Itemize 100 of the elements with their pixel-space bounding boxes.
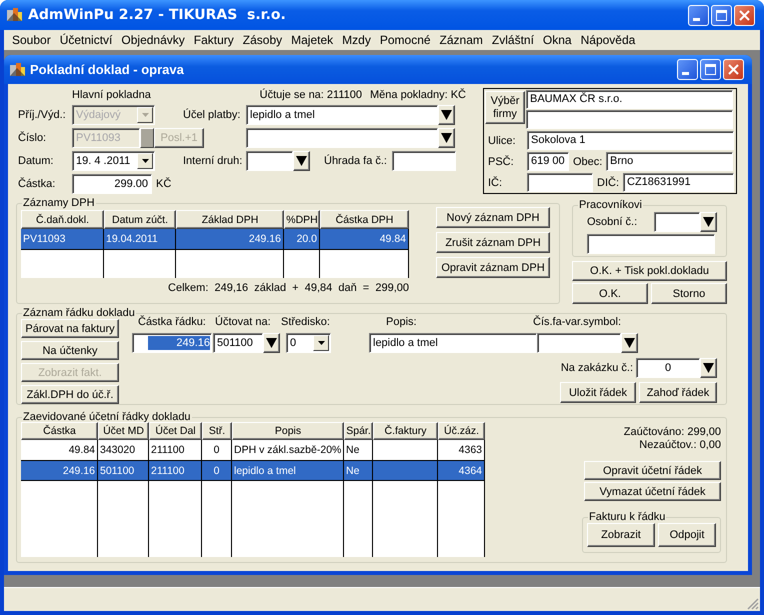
push-button[interactable]: Zahoď řádek — [639, 382, 717, 403]
column-header[interactable]: Spár. — [344, 422, 373, 440]
table-cell: 19.04.2011 — [104, 229, 176, 249]
field-label: Částka řádku: — [138, 316, 206, 330]
push-button[interactable]: O.K. — [572, 283, 648, 304]
amount-field[interactable]: 299.00 — [72, 174, 152, 194]
maximize-button[interactable] — [711, 4, 732, 26]
caret-icon — [441, 133, 452, 143]
column-header[interactable]: Účet Dal — [149, 422, 202, 440]
date-field[interactable]: 19. 4 .2011 — [72, 151, 155, 171]
menu-item[interactable]: Pomocné — [374, 33, 435, 47]
push-button[interactable]: Odpojit — [658, 523, 716, 547]
purpose-field[interactable]: lepidlo a tmel — [246, 105, 438, 125]
company-name-field[interactable]: BAUMAX ČR s.r.o. — [526, 90, 733, 109]
push-button[interactable]: O.K. + Tisk pokl.dokladu — [572, 261, 727, 281]
menu-item[interactable]: Účetnictví — [54, 33, 116, 47]
column-header[interactable]: Základ DPH — [176, 210, 284, 229]
street-field[interactable]: Sokolova 1 — [527, 131, 734, 150]
unposted-total: Nezaúčtov.: 0,00 — [639, 439, 721, 451]
dropdown-button[interactable] — [621, 333, 638, 353]
table-cell: Ne — [344, 461, 373, 480]
menu-item[interactable]: Nápověda — [576, 33, 640, 47]
invoice-symbol-field[interactable] — [537, 333, 621, 353]
field-label: Osobní č.: — [587, 216, 638, 228]
close-button[interactable] — [734, 4, 755, 26]
personal-number-field[interactable] — [654, 212, 700, 232]
column-header[interactable]: Úč.záz. — [438, 422, 485, 440]
column-header[interactable]: Č.faktury — [373, 422, 438, 440]
column-header[interactable]: %DPH — [284, 210, 320, 229]
dropdown-button[interactable] — [438, 105, 455, 125]
field-label: Číslo: — [18, 132, 46, 144]
zip-field[interactable]: 619 00 — [527, 152, 569, 171]
field-label: Interní druh: — [183, 155, 242, 167]
currency-info: Měna pokladny: KČ — [370, 89, 466, 101]
push-button[interactable]: Párovat na faktury — [21, 319, 119, 338]
table-cell: 49.84 — [320, 229, 409, 249]
order-number-field[interactable]: 0 — [636, 358, 700, 378]
menu-item[interactable]: Zásoby — [238, 33, 286, 47]
menu-item[interactable]: Zvláštní — [486, 33, 538, 47]
dropdown-button[interactable] — [293, 151, 310, 171]
field-label: Datum: — [18, 155, 54, 167]
menu-item[interactable]: Objednávky — [116, 33, 189, 47]
minimize-button[interactable] — [688, 4, 709, 26]
push-button[interactable]: Zobrazit — [587, 523, 655, 547]
push-button[interactable]: Zákl.DPH do úč.ř. — [21, 385, 119, 404]
table-cell: lepidlo a tmel — [232, 461, 344, 480]
column-header[interactable]: Č.daň.dokl. — [21, 210, 104, 229]
push-button[interactable]: Opravit účetní řádek — [584, 461, 721, 480]
minimize-button[interactable] — [677, 59, 698, 80]
caret-icon — [266, 338, 277, 348]
push-button[interactable]: Opravit záznam DPH — [436, 257, 550, 278]
maximize-button[interactable] — [700, 59, 721, 80]
company-name-field[interactable] — [526, 110, 733, 129]
table-cell: 249.16 — [176, 229, 284, 249]
company-id-field[interactable] — [527, 173, 593, 192]
internal-type-field[interactable] — [246, 151, 293, 171]
menu-item[interactable]: Faktury — [188, 33, 238, 47]
push-button[interactable]: Nový záznam DPH — [436, 207, 550, 228]
close-button[interactable] — [723, 59, 744, 80]
amount-field[interactable]: 249.16 — [132, 333, 212, 353]
purpose-field[interactable] — [246, 128, 438, 148]
dropdown-button[interactable] — [700, 358, 717, 378]
push-button[interactable]: Na účtenky — [21, 341, 119, 360]
cost-center-select[interactable]: 0 — [286, 333, 331, 353]
table-row[interactable]: 249.16 501100 211100 0 lepidlo a tmel Ne 4364 — [21, 461, 485, 481]
caret-icon — [703, 217, 714, 227]
worker-name-field[interactable] — [587, 234, 715, 254]
column-header[interactable]: Stř. — [202, 422, 232, 440]
push-button[interactable]: Storno — [651, 283, 727, 304]
push-button[interactable]: Uložit řádek — [560, 382, 636, 403]
table-cell: 211100 — [149, 461, 202, 480]
invoice-number-field[interactable] — [392, 151, 456, 171]
menu-item[interactable]: Soubor — [7, 33, 55, 47]
close-icon — [728, 64, 739, 75]
column-header[interactable]: Účet MD — [98, 422, 149, 440]
description-field[interactable]: lepidlo a tmel — [369, 333, 537, 353]
column-header[interactable]: Částka DPH — [320, 210, 409, 229]
menu-item[interactable]: Okna — [538, 33, 576, 47]
column-header[interactable]: Datum zúčt. — [104, 210, 176, 229]
column-header[interactable]: Částka — [21, 422, 98, 440]
table-row[interactable]: PV11093 19.04.2011 249.16 20.0 49.84 — [21, 229, 409, 250]
menu-item[interactable]: Záznam — [434, 33, 487, 47]
window-title: AdmWinPu 2.27 - TIKURAS s.r.o. — [28, 7, 287, 23]
select-company-button[interactable]: Výběr firmy — [485, 91, 525, 124]
field-label: Ulice: — [488, 134, 516, 146]
menu-item[interactable]: Mzdy — [337, 33, 375, 47]
caret-icon — [318, 341, 324, 345]
push-button[interactable]: Vymazat účetní řádek — [584, 482, 721, 501]
account-info: Účtuje se na: 211100 — [260, 89, 362, 101]
table-cell: 4363 — [438, 440, 485, 460]
account-field[interactable]: 501100 — [213, 333, 263, 353]
dropdown-button[interactable] — [263, 333, 280, 353]
dropdown-button[interactable] — [700, 212, 717, 232]
city-field[interactable]: Brno — [606, 152, 733, 171]
column-header[interactable]: Popis — [232, 422, 344, 440]
push-button[interactable]: Zrušit záznam DPH — [436, 232, 550, 253]
menu-item[interactable]: Majetek — [286, 33, 338, 47]
vat-id-field[interactable]: CZ18631991 — [623, 173, 734, 192]
dropdown-button[interactable] — [438, 128, 455, 148]
table-cell: 343020 — [98, 440, 149, 460]
